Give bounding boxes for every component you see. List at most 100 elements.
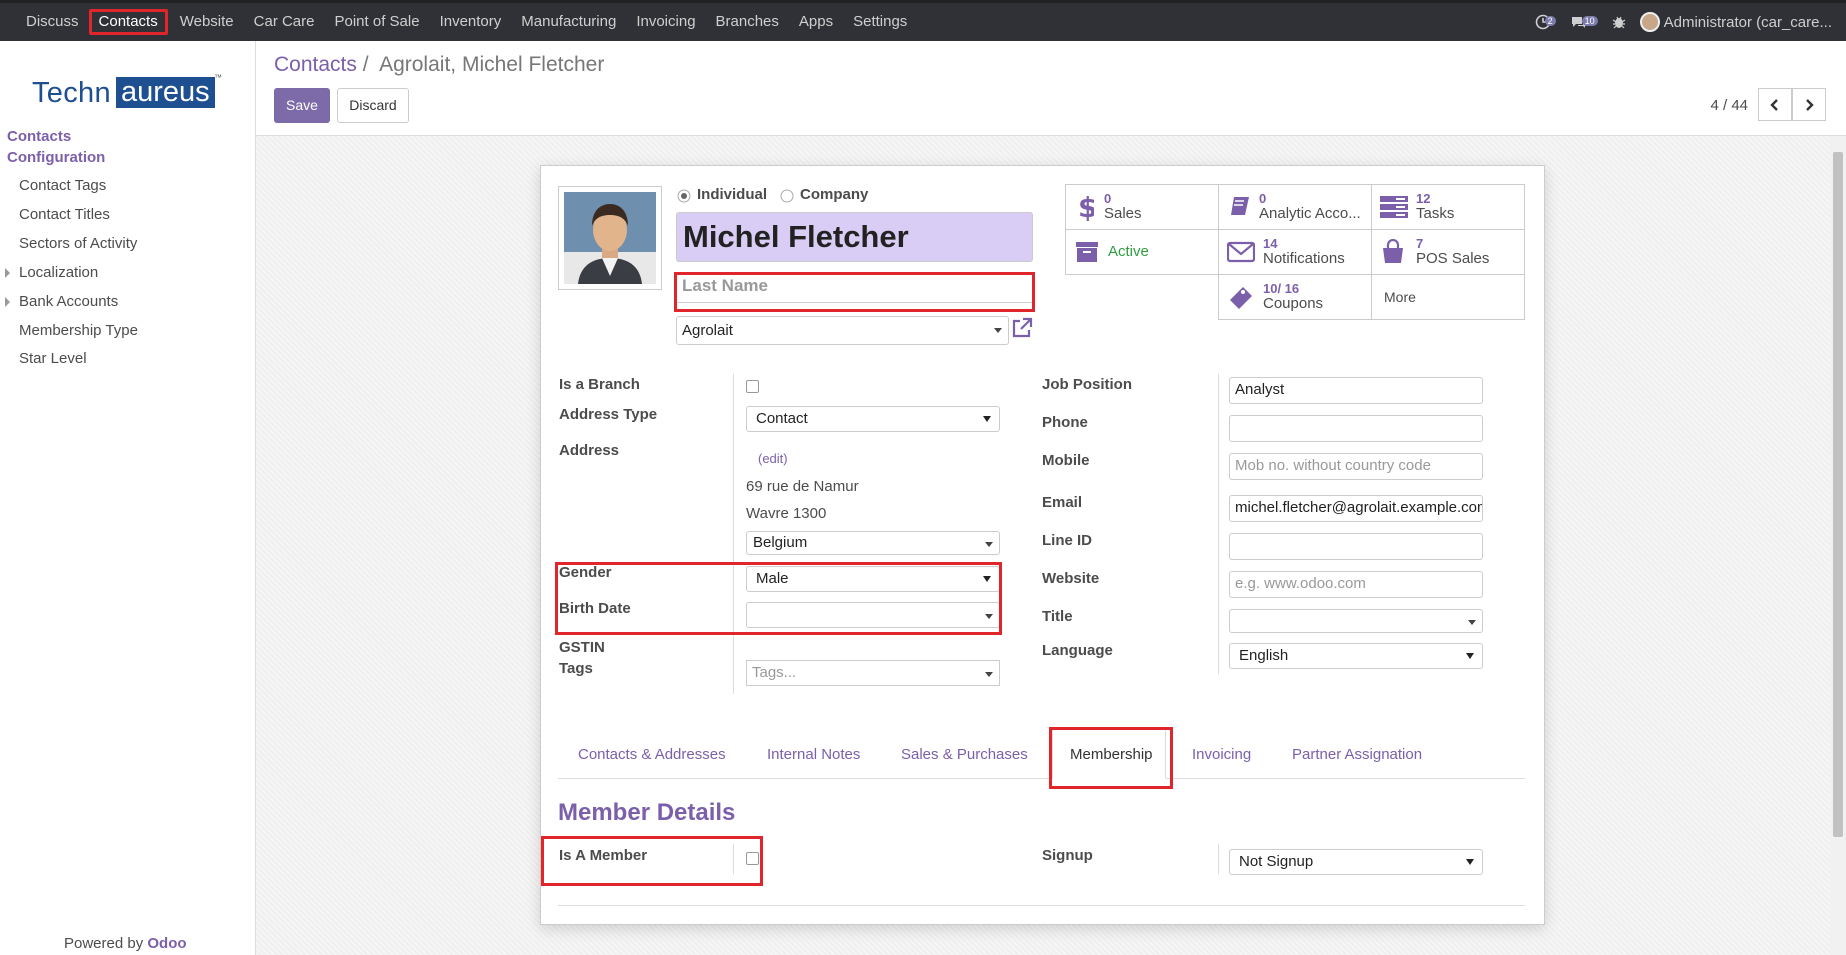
radio-individual[interactable] (677, 189, 691, 203)
more-button[interactable]: More (1371, 274, 1525, 320)
language-label: Language (1042, 642, 1113, 659)
email-input[interactable]: michel.fletcher@agrolait.example.com (1229, 495, 1483, 522)
is-branch-checkbox[interactable] (746, 380, 759, 393)
address-type-select[interactable]: Contact (746, 406, 1000, 432)
tab-sales-purchases[interactable]: Sales & Purchases (901, 746, 1028, 763)
tab-invoicing[interactable]: Invoicing (1192, 746, 1251, 763)
job-position-input[interactable]: Analyst (1229, 377, 1483, 404)
signup-select[interactable]: Not Signup (1229, 849, 1483, 875)
stat-notifications-button[interactable]: 14 Notifications (1218, 229, 1372, 275)
gstin-label: GSTIN (559, 639, 605, 656)
menu-apps[interactable]: Apps (789, 9, 843, 35)
control-panel: Contacts / Agrolait, Michel Fletcher Sav… (256, 41, 1846, 136)
sidebar-item-membership-type[interactable]: Membership Type (19, 322, 138, 339)
address-street: 69 rue de Namur (746, 478, 859, 495)
mobile-input[interactable]: Mob no. without country code (1229, 453, 1483, 480)
individual-label[interactable]: Individual (697, 186, 767, 203)
sidebar-item-star-level[interactable]: Star Level (19, 350, 87, 367)
discard-button[interactable]: Discard (337, 88, 409, 123)
mobile-label: Mobile (1042, 452, 1090, 469)
menu-manufacturing[interactable]: Manufacturing (511, 9, 626, 35)
menu-car-care[interactable]: Car Care (244, 9, 325, 35)
radio-company[interactable] (780, 189, 794, 203)
menu-website[interactable]: Website (170, 9, 244, 35)
line-id-input[interactable] (1229, 533, 1483, 560)
company-select[interactable]: Agrolait (676, 316, 1009, 345)
menu-discuss[interactable]: Discuss (16, 9, 89, 35)
highlight-is-member (541, 836, 763, 886)
dollar-icon: $ (1078, 193, 1094, 221)
app-menu: Discuss Contacts Website Car Care Point … (16, 9, 917, 35)
sidebar-item-contact-titles[interactable]: Contact Titles (19, 206, 110, 223)
user-menu[interactable]: Administrator (car_care... (1639, 12, 1832, 32)
tab-contacts-addresses[interactable]: Contacts & Addresses (578, 746, 726, 763)
website-input[interactable]: e.g. www.odoo.com (1229, 571, 1483, 598)
menu-point-of-sale[interactable]: Point of Sale (325, 9, 430, 35)
menu-invoicing[interactable]: Invoicing (626, 9, 705, 35)
highlight-last-name (674, 272, 1035, 312)
country-select[interactable]: Belgium (746, 531, 1000, 555)
book-icon (1231, 197, 1249, 215)
envelope-icon (1227, 241, 1255, 263)
sidebar-item-sectors[interactable]: Sectors of Activity (19, 235, 137, 252)
sidebar-item-bank-accounts[interactable]: Bank Accounts (19, 293, 118, 310)
external-link-icon[interactable] (1011, 317, 1033, 339)
breadcrumb: Contacts / Agrolait, Michel Fletcher (274, 53, 605, 76)
menu-inventory[interactable]: Inventory (430, 9, 512, 35)
phone-input[interactable] (1229, 415, 1483, 442)
highlight-gender-birthdate (555, 562, 1002, 635)
menu-settings[interactable]: Settings (843, 9, 917, 35)
address-label: Address (559, 442, 620, 459)
powered-by: Powered by Odoo (64, 935, 187, 952)
menu-contacts[interactable]: Contacts (88, 9, 168, 35)
activity-button[interactable]: 2 (1535, 14, 1556, 30)
phone-label: Phone (1042, 414, 1088, 431)
address-edit-link[interactable]: (edit) (758, 451, 788, 466)
save-button[interactable]: Save (274, 88, 330, 123)
tasks-icon (1380, 196, 1408, 218)
ticket-icon (1230, 287, 1252, 309)
name-input[interactable]: Michel Fletcher (676, 212, 1033, 262)
messages-button[interactable]: 10 (1570, 14, 1598, 30)
systray: 2 10 Administrator (car_care... (1535, 3, 1832, 41)
breadcrumb-contacts[interactable]: Contacts (274, 53, 357, 76)
sidebar-item-contact-tags[interactable]: Contact Tags (19, 177, 106, 194)
language-select[interactable]: English (1229, 643, 1483, 669)
stat-pos-sales-button[interactable]: 7 POS Sales (1371, 229, 1525, 275)
expand-caret-icon[interactable] (5, 297, 10, 307)
stat-sales-button[interactable]: $ 0 Sales (1065, 184, 1219, 230)
title-select[interactable] (1229, 609, 1483, 633)
contact-photo[interactable] (558, 186, 662, 290)
menu-branches[interactable]: Branches (706, 9, 789, 35)
is-branch-label: Is a Branch (559, 376, 640, 393)
pager-next-button[interactable] (1792, 88, 1826, 121)
title-label: Title (1042, 608, 1073, 625)
member-details-heading: Member Details (558, 799, 736, 826)
shopping-bag-icon (1383, 239, 1403, 263)
sidebar-heading-contacts[interactable]: Contacts (7, 128, 71, 145)
stat-tasks-button[interactable]: 12 Tasks (1371, 184, 1525, 230)
stat-analytic-button[interactable]: 0 Analytic Acco... (1218, 184, 1372, 230)
sidebar-heading-configuration[interactable]: Configuration (7, 149, 105, 166)
debug-button[interactable] (1612, 14, 1626, 30)
user-name: Administrator (car_care... (1663, 13, 1832, 31)
company-label[interactable]: Company (800, 186, 868, 203)
address-city-zip: Wavre 1300 (746, 505, 827, 522)
sidebar-item-localization[interactable]: Localization (19, 264, 98, 281)
pager-value[interactable]: 4 / 44 (1710, 97, 1748, 114)
pager-previous-button[interactable] (1758, 88, 1792, 121)
tab-internal-notes[interactable]: Internal Notes (767, 746, 860, 763)
svg-text:$: $ (1078, 193, 1094, 221)
bug-icon (1612, 16, 1625, 29)
odoo-link[interactable]: Odoo (147, 935, 186, 952)
stat-coupons-button[interactable]: 10/ 16 Coupons (1218, 274, 1372, 320)
stat-active-toggle[interactable]: Active (1065, 229, 1219, 275)
tags-label: Tags (559, 660, 593, 677)
sidebar: Techn aureus ™ Contacts Configuration Co… (0, 41, 256, 955)
tab-partner-assignation[interactable]: Partner Assignation (1292, 746, 1422, 763)
avatar (1639, 12, 1660, 32)
scrollbar[interactable] (1830, 136, 1846, 955)
tags-input[interactable]: Tags... (746, 660, 1000, 686)
expand-caret-icon[interactable] (5, 268, 10, 278)
top-navbar: Discuss Contacts Website Car Care Point … (0, 0, 1846, 41)
